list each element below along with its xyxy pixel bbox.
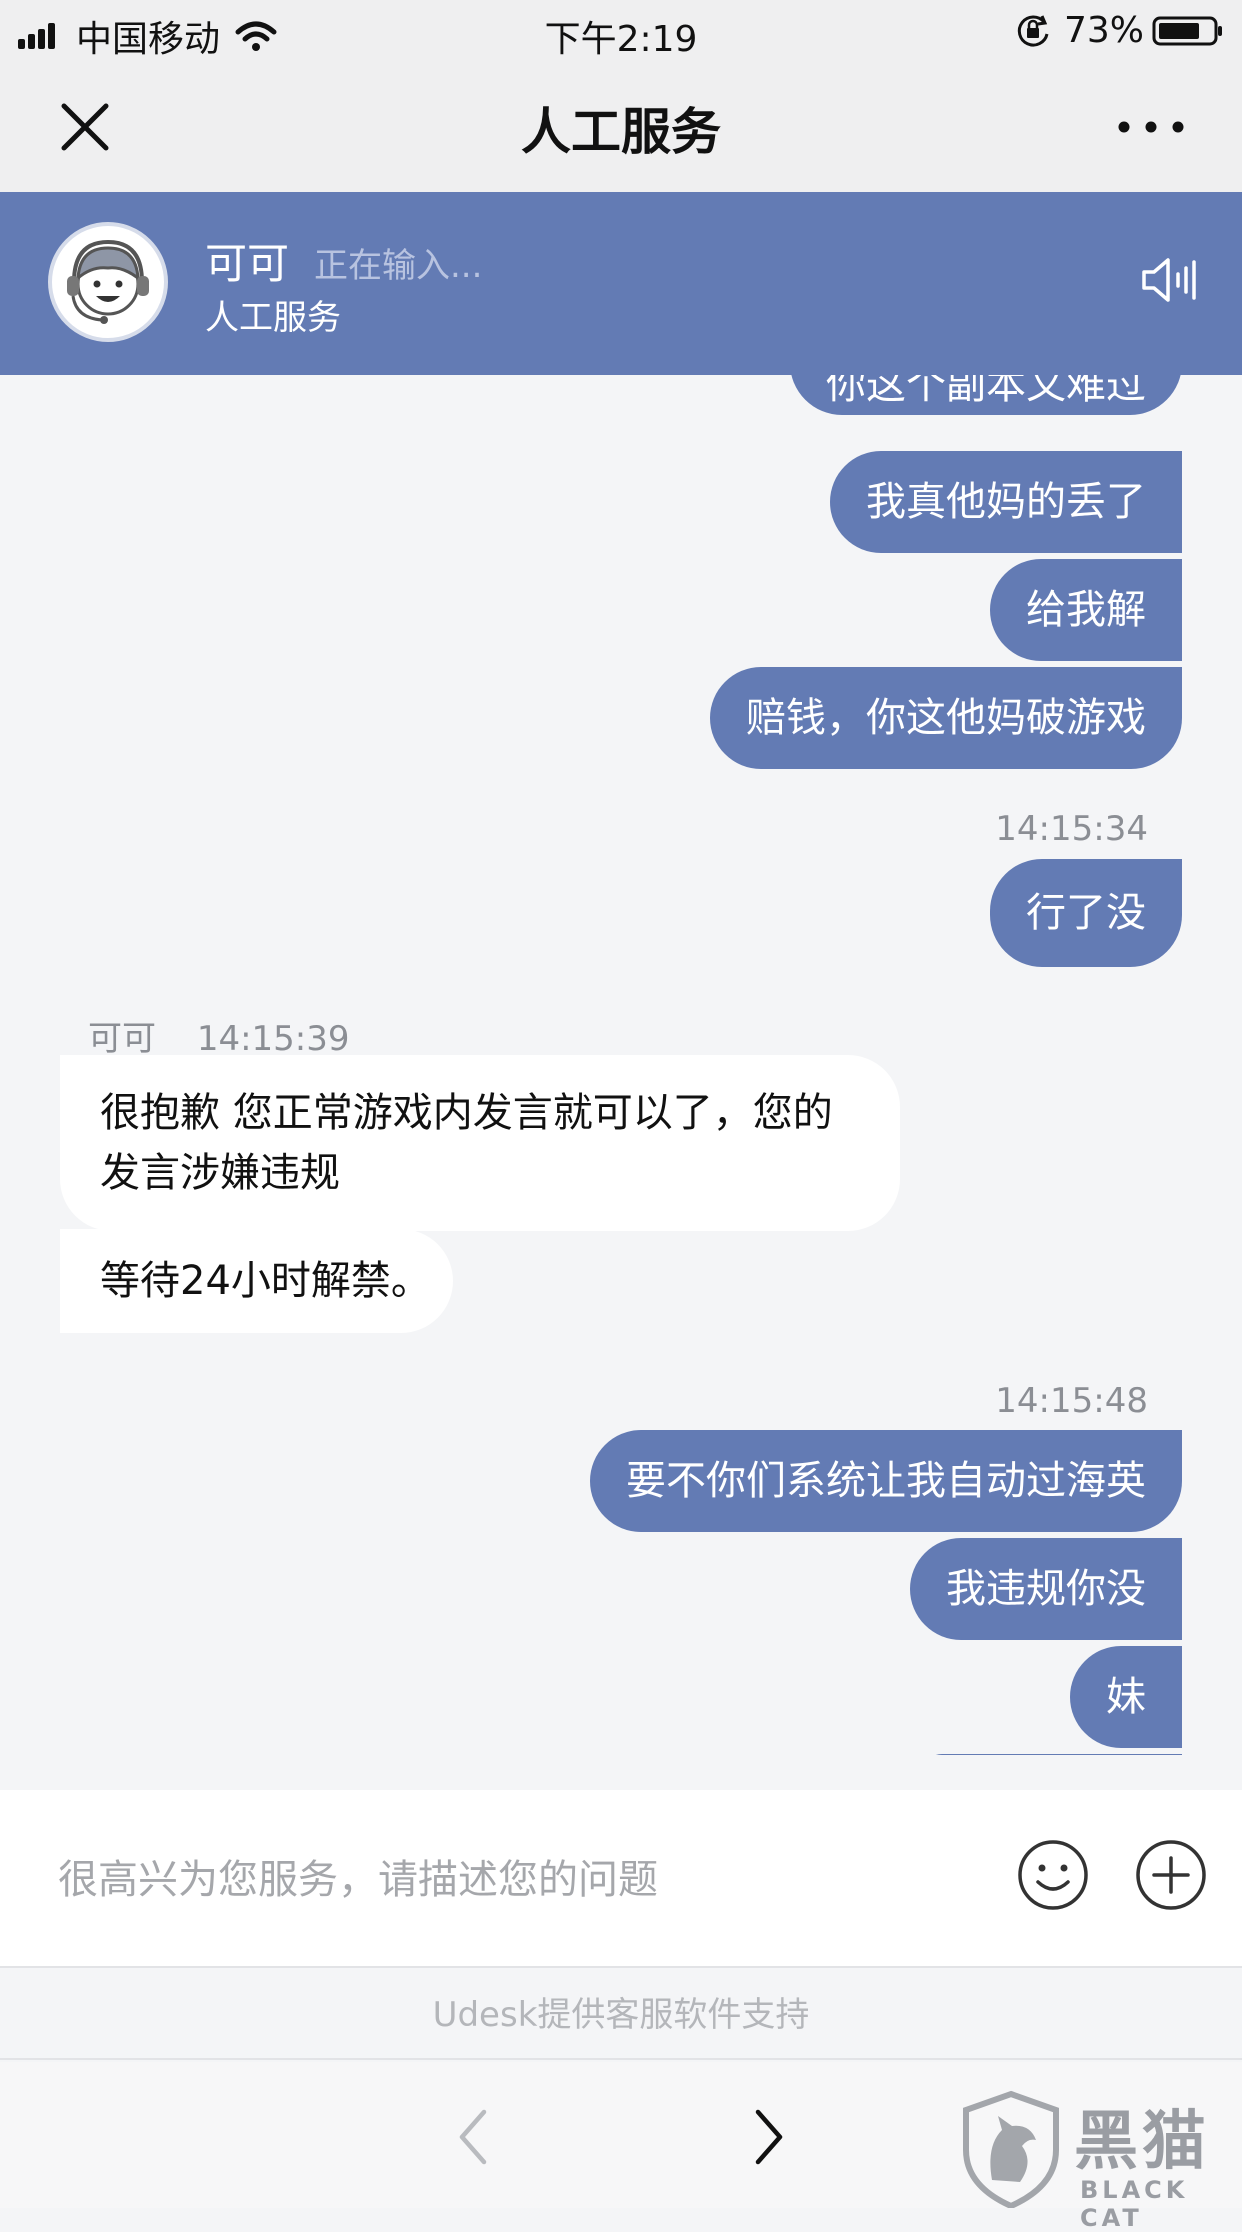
- message-out: 我违规你没: [910, 1538, 1182, 1640]
- message-out: 妹: [1070, 1646, 1182, 1748]
- watermark-text: 黑猫: [1074, 2105, 1210, 2179]
- sender-label: 可可 14:15:39: [88, 1011, 350, 1060]
- status-bar: 中国移动 下午2:19 73%: [0, 0, 1242, 62]
- watermark-subtext: BLACK CAT: [1080, 2176, 1189, 2232]
- input-area: [0, 1790, 1242, 1968]
- cat-shield-logo-icon: [963, 2090, 1059, 2208]
- support-footer: Udesk提供客服软件支持: [0, 1970, 1242, 2060]
- back-arrow-icon[interactable]: [448, 2102, 498, 2172]
- message-out: 给我解: [990, 559, 1182, 661]
- timestamp: 14:15:34: [995, 809, 1148, 849]
- message-in: 等待24小时解禁。: [60, 1229, 453, 1333]
- battery-label: 73%: [1063, 10, 1144, 51]
- plus-icon[interactable]: [1134, 1838, 1208, 1912]
- message-out: 我真他妈的丢了: [830, 451, 1182, 553]
- emoji-icon[interactable]: [1016, 1838, 1090, 1912]
- message-out-partial: [922, 1754, 1182, 1755]
- message-out: 要不你们系统让我自动过海英: [590, 1430, 1182, 1532]
- agent-avatar: [48, 222, 168, 342]
- headset-agent-icon: [67, 239, 149, 324]
- sender-time: 14:15:39: [196, 1019, 350, 1059]
- message-out: 行了没: [990, 859, 1182, 967]
- page-title: 人工服务: [521, 103, 721, 161]
- chat-area[interactable]: 你这个副本又难过 我真他妈的丢了 给我解 赔钱，你这他妈破游戏 14:15:34…: [0, 375, 1242, 1755]
- forward-arrow-icon[interactable]: [744, 2102, 794, 2172]
- timestamp: 14:15:48: [995, 1381, 1148, 1421]
- nav-bar: 人工服务: [0, 62, 1242, 192]
- black-cat-watermark: 黑猫 BLACK CAT: [956, 2090, 1242, 2232]
- sender-name: 可可: [88, 1019, 156, 1059]
- speaker-icon[interactable]: [1140, 252, 1196, 308]
- message-in: 很抱歉 您正常游戏内发言就可以了，您的发言涉嫌违规: [60, 1055, 900, 1231]
- rotation-lock-icon: [1017, 14, 1049, 47]
- agent-name: 可可: [205, 239, 290, 288]
- message-input[interactable]: [58, 1848, 958, 1912]
- agent-subtitle: 人工服务: [205, 298, 341, 338]
- status-right: 73%: [1014, 10, 1224, 51]
- typing-indicator: 正在输入...: [314, 246, 483, 286]
- message-out: 你这个副本又难过: [790, 375, 1182, 415]
- agent-header: 可可 正在输入... 人工服务: [0, 192, 1242, 375]
- more-icon[interactable]: [1116, 110, 1186, 144]
- message-out: 赔钱，你这他妈破游戏: [710, 667, 1182, 769]
- battery-icon: [1152, 16, 1222, 45]
